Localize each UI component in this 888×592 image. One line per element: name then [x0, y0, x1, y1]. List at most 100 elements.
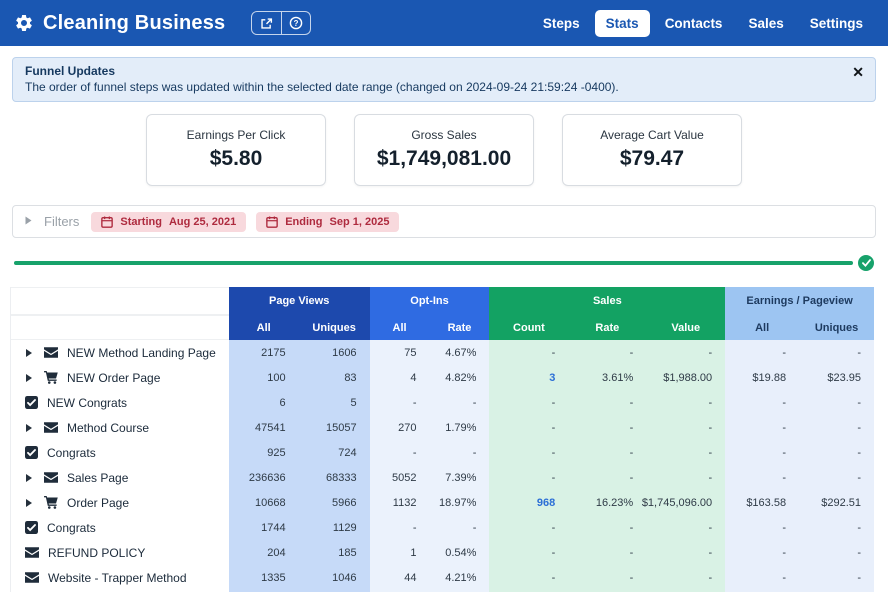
cell-earn-all: -: [725, 540, 800, 565]
cell-sales-rate: 16.23%: [568, 490, 647, 515]
tab-sales[interactable]: Sales: [737, 10, 794, 37]
cell-pv-uniques: 1129: [298, 515, 370, 540]
step-name[interactable]: Sales Page: [67, 471, 128, 485]
cell-earn-uniques: -: [799, 565, 874, 590]
cell-sales-count: -: [489, 465, 569, 490]
stat-value: $1,749,081.00: [376, 147, 512, 170]
expand-caret-icon[interactable]: [25, 423, 35, 433]
cell-earn-uniques: -: [799, 415, 874, 440]
step-name-cell: Website - Trapper Method: [11, 565, 229, 590]
step-name-cell: Sales Page: [11, 465, 229, 490]
funnel-updates-alert: Funnel Updates The order of funnel steps…: [12, 57, 876, 102]
cell-sales-value: -: [646, 440, 726, 465]
cell-sales-value: -: [646, 340, 726, 365]
table-row: Website - Trapper Method 1335 1046 44 4.…: [11, 565, 874, 590]
step-name-cell: Order Page: [11, 490, 229, 515]
step-name[interactable]: Order Page: [67, 496, 129, 510]
step-name[interactable]: Method Course: [67, 421, 149, 435]
tab-settings[interactable]: Settings: [799, 10, 874, 37]
tab-steps[interactable]: Steps: [532, 10, 591, 37]
envelope-icon: [25, 572, 39, 583]
table-row: Order Page 10668 5966 1132 18.97% 968 16…: [11, 490, 874, 515]
help-icon[interactable]: ?: [281, 12, 310, 34]
expand-caret-icon[interactable]: [25, 373, 35, 383]
cell-opt-rate: 1.79%: [429, 415, 490, 440]
step-name[interactable]: REFUND POLICY: [48, 546, 145, 560]
filters-expand-caret-icon[interactable]: [25, 216, 32, 227]
cell-pv-all: 2175: [228, 340, 299, 365]
envelope-icon: [44, 347, 58, 358]
cell-earn-all: -: [725, 565, 800, 590]
cell-earn-all: -: [725, 440, 800, 465]
cell-sales-rate: -: [568, 540, 647, 565]
step-name[interactable]: NEW Congrats: [47, 396, 127, 410]
step-name[interactable]: NEW Order Page: [67, 371, 160, 385]
calendar-icon: [266, 216, 279, 228]
calendar-icon: [101, 216, 114, 228]
tab-stats[interactable]: Stats: [594, 9, 650, 37]
table-row: NEW Congrats 6 5 - - - - - - -: [11, 390, 874, 415]
cell-opt-all: 270: [369, 415, 430, 440]
cell-sales-rate: -: [568, 415, 647, 440]
stat-label: Earnings Per Click: [186, 128, 286, 142]
badge-value: Sep 1, 2025: [329, 215, 390, 228]
step-name[interactable]: Website - Trapper Method: [48, 571, 187, 585]
cell-earn-uniques: -: [799, 390, 874, 415]
cell-earn-all: -: [725, 415, 800, 440]
checkbox-icon: [25, 446, 38, 459]
group-page-views: Page Views: [228, 287, 370, 315]
cell-opt-rate: -: [429, 390, 490, 415]
step-name[interactable]: Congrats: [47, 446, 96, 460]
cell-sales-rate: -: [568, 565, 647, 590]
cell-opt-all: 4: [369, 365, 430, 390]
cell-pv-uniques: 68333: [298, 465, 370, 490]
table-row: NEW Method Landing Page 2175 1606 75 4.6…: [11, 340, 874, 365]
cell-opt-all: 44: [369, 565, 430, 590]
top-navbar: Cleaning Business ? Steps Stats Contacts…: [0, 0, 888, 46]
cell-opt-rate: 4.21%: [429, 565, 490, 590]
ending-date-badge[interactable]: Ending Sep 1, 2025: [256, 211, 400, 232]
funnel-stats-table: Page Views Opt-Ins Sales Earnings / Page…: [10, 287, 875, 592]
expand-caret-icon[interactable]: [25, 348, 35, 358]
cell-opt-all: 5052: [369, 465, 430, 490]
cell-pv-uniques: 5: [298, 390, 370, 415]
cell-opt-all: -: [369, 440, 430, 465]
table-row: Method Course 47541 15057 270 1.79% - - …: [11, 415, 874, 440]
cell-sales-value: $1,745,096.00: [642, 490, 726, 515]
cell-earn-all: $19.88: [725, 365, 800, 390]
cell-sales-count-link[interactable]: 3: [489, 365, 569, 390]
cell-sales-rate: -: [568, 390, 647, 415]
cell-earn-all: -: [725, 515, 800, 540]
cell-earn-uniques: -: [799, 515, 874, 540]
tab-contacts[interactable]: Contacts: [654, 10, 734, 37]
col-earnings-all: All: [725, 315, 800, 340]
cart-icon: [44, 371, 58, 384]
step-name[interactable]: Congrats: [47, 521, 96, 535]
external-link-icon[interactable]: [252, 12, 281, 34]
step-name-cell: NEW Order Page: [11, 365, 229, 390]
check-circle-icon: [858, 255, 874, 271]
cell-opt-rate: 4.67%: [429, 340, 490, 365]
progress-bar: [14, 261, 853, 265]
app-brand: Cleaning Business: [14, 12, 225, 35]
checkbox-icon: [25, 521, 38, 534]
table-sub-header: All Uniques All Rate Count Rate Value Al…: [11, 315, 875, 340]
expand-caret-icon[interactable]: [25, 473, 35, 483]
starting-date-badge[interactable]: Starting Aug 25, 2021: [91, 211, 247, 232]
col-earnings-uniques: Uniques: [799, 315, 875, 340]
cell-sales-count-link[interactable]: 968: [489, 490, 569, 515]
step-name[interactable]: NEW Method Landing Page: [67, 346, 216, 360]
step-name-cell: NEW Congrats: [11, 390, 229, 415]
cell-opt-rate: 18.97%: [429, 490, 490, 515]
badge-name: Starting: [120, 215, 162, 228]
group-sales: Sales: [489, 287, 726, 315]
expand-caret-icon[interactable]: [25, 498, 35, 508]
step-name-cell: REFUND POLICY: [11, 540, 229, 565]
stat-card-earnings-per-click: Earnings Per Click $5.80: [146, 114, 326, 186]
cell-earn-uniques: -: [799, 540, 874, 565]
close-icon[interactable]: ✕: [852, 65, 864, 79]
stat-value: $79.47: [619, 147, 685, 170]
cell-pv-uniques: 1046: [298, 565, 370, 590]
cell-sales-rate: -: [568, 340, 647, 365]
filters-bar: Filters Starting Aug 25, 2021 Ending Sep…: [12, 205, 876, 238]
